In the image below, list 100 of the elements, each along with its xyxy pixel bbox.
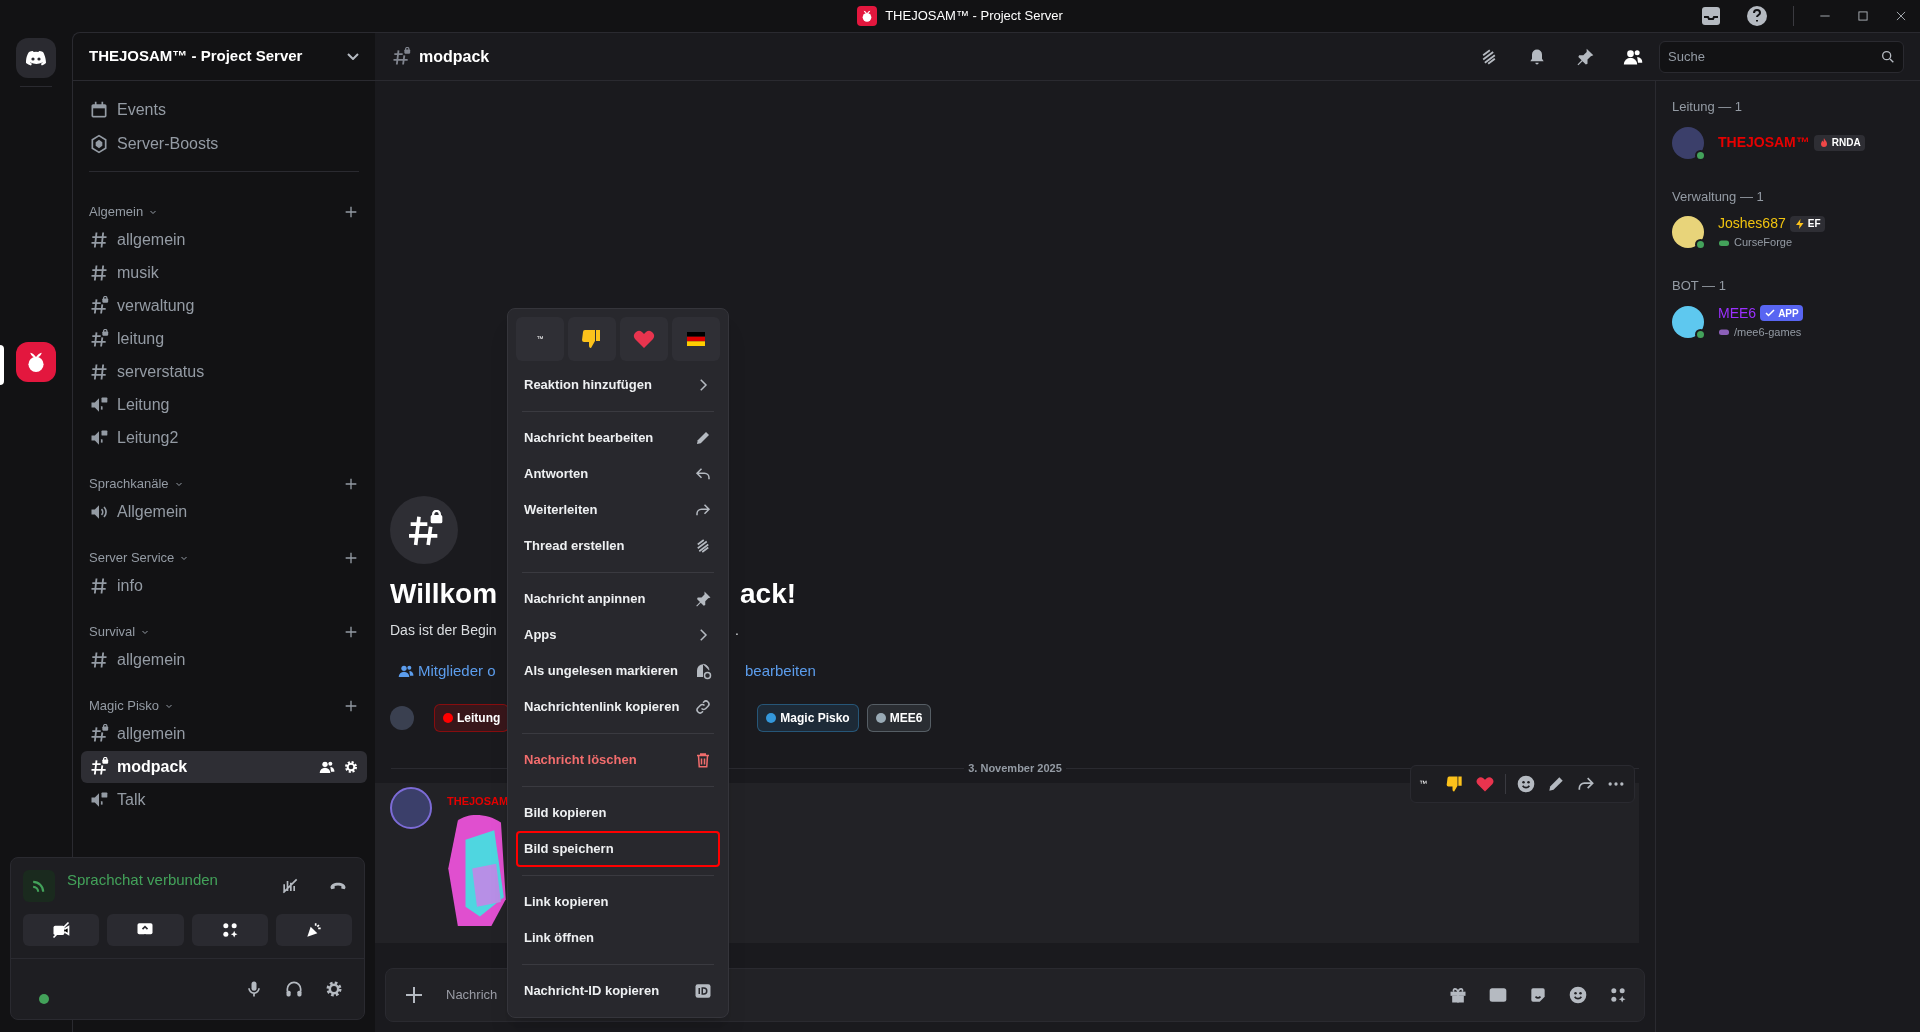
member-item[interactable]: MEE6 APP /mee6-games xyxy=(1672,299,1920,344)
add-channel-icon[interactable] xyxy=(343,204,359,220)
gift-icon[interactable] xyxy=(1448,985,1468,1005)
menu-item[interactable]: Bild kopieren xyxy=(516,795,720,831)
heart-icon[interactable] xyxy=(1475,774,1495,794)
channel-item[interactable]: allgemein xyxy=(81,718,367,750)
activities-button[interactable] xyxy=(191,914,268,946)
server-link[interactable]: Server-Boosts xyxy=(81,127,367,161)
member-item[interactable]: Joshes687 EF CurseForge xyxy=(1672,210,1920,254)
role-tag[interactable]: Leitung xyxy=(434,704,510,732)
maximize-icon[interactable] xyxy=(1856,9,1870,23)
menu-item[interactable]: Nachrichtenlink kopieren xyxy=(516,689,720,725)
avatar xyxy=(390,706,414,730)
channel-item[interactable]: allgemein xyxy=(81,224,367,256)
help-icon[interactable] xyxy=(1745,4,1769,28)
close-icon[interactable] xyxy=(1894,9,1908,23)
menu-item[interactable]: Bild speichern xyxy=(516,831,720,867)
channel-item[interactable]: info xyxy=(81,570,367,602)
channel-item[interactable]: musik xyxy=(81,257,367,289)
menu-item[interactable]: Nachricht löschen xyxy=(516,742,720,778)
menu-item[interactable]: Weiterleiten xyxy=(516,492,720,528)
channel-item[interactable]: allgemein xyxy=(81,644,367,676)
role-tag[interactable]: MEE6 xyxy=(866,704,932,732)
channel-item[interactable]: serverstatus xyxy=(81,356,367,388)
message-input[interactable]: Nachrich xyxy=(446,985,508,1005)
member-tag: EF xyxy=(1789,215,1825,232)
locked-hash-icon xyxy=(89,296,109,316)
menu-item[interactable]: Thread erstellen xyxy=(516,528,720,564)
menu-item[interactable]: Link kopieren xyxy=(516,884,720,920)
menu-item[interactable]: Nachricht anpinnen xyxy=(516,581,720,617)
welcome-subtitle: Das ist der Begin xyxy=(390,620,498,640)
camera-off-button[interactable] xyxy=(23,914,100,946)
soundboard-button[interactable] xyxy=(275,914,352,946)
inbox-icon[interactable] xyxy=(1699,4,1723,28)
menu-item[interactable]: Reaktion hinzufügen xyxy=(516,367,720,403)
camera-off-icon xyxy=(51,920,72,940)
emoji-icon[interactable] xyxy=(1516,774,1536,794)
quick-reaction-button[interactable] xyxy=(672,317,720,361)
channel-item[interactable]: Leitung xyxy=(81,389,367,421)
shield-icon xyxy=(89,134,109,154)
locked-hash-icon xyxy=(391,46,411,67)
menu-item[interactable]: Nachricht-ID kopieren xyxy=(516,973,720,1009)
menu-item[interactable]: Nachricht bearbeiten xyxy=(516,420,720,456)
role-tag[interactable]: Magic Pisko xyxy=(757,704,859,732)
check-icon xyxy=(1764,307,1777,320)
locked-hash-icon xyxy=(89,329,109,349)
menu-item[interactable]: Apps xyxy=(516,617,720,653)
link-label: Server-Boosts xyxy=(117,134,219,154)
emoji-icon[interactable] xyxy=(1568,985,1588,1005)
pencil-icon[interactable] xyxy=(1546,774,1566,794)
channel-item[interactable]: Talk xyxy=(81,784,367,816)
settings-icon[interactable] xyxy=(343,759,359,775)
settings-icon[interactable] xyxy=(324,979,344,999)
member-group-header: BOT — 1 xyxy=(1672,277,1727,295)
welcome-title: ack! xyxy=(740,577,797,611)
quick-reaction-button[interactable] xyxy=(568,317,616,361)
add-channel-icon[interactable] xyxy=(343,476,359,492)
category-header[interactable]: Survival xyxy=(89,622,152,642)
add-channel-icon[interactable] xyxy=(343,624,359,640)
category-header[interactable]: Algemein xyxy=(89,202,160,222)
apps-icon[interactable] xyxy=(1608,985,1628,1005)
screen-share-button[interactable] xyxy=(107,914,184,946)
hash-icon xyxy=(89,576,109,596)
channel-item[interactable]: modpack xyxy=(81,751,367,783)
member-tag: RNDA xyxy=(1813,134,1865,151)
hash-icon xyxy=(89,230,109,250)
server-button[interactable] xyxy=(16,342,56,382)
edit-channel-link[interactable]: bearbeiten xyxy=(745,659,816,683)
channel-item[interactable]: Allgemein xyxy=(81,496,367,528)
hash-icon xyxy=(89,650,109,670)
sticker-icon[interactable] xyxy=(1528,985,1548,1005)
channel-item[interactable]: verwaltung xyxy=(81,290,367,322)
window-title: THEJOSAM™ - Project Server xyxy=(885,7,1063,26)
menu-item[interactable]: Antworten xyxy=(516,456,720,492)
category-header[interactable]: Magic Pisko xyxy=(89,696,176,716)
menu-item[interactable]: Als ungelesen markieren xyxy=(516,653,720,689)
avatar xyxy=(1672,216,1704,248)
category-header[interactable]: Server Service xyxy=(89,548,191,568)
channel-item[interactable]: leitung xyxy=(81,323,367,355)
server-link[interactable]: Events xyxy=(81,93,367,127)
member-item[interactable]: THEJOSAM™ RNDA xyxy=(1672,120,1920,165)
home-button[interactable] xyxy=(16,38,56,78)
add-person-icon[interactable] xyxy=(319,759,335,775)
hash-icon xyxy=(89,263,109,283)
headset-icon[interactable] xyxy=(284,979,304,999)
server-name: THEJOSAM™ - Project Server xyxy=(89,46,303,67)
noise-suppression-icon[interactable] xyxy=(280,876,300,896)
channel-item[interactable]: Leitung2 xyxy=(81,422,367,454)
trash-icon xyxy=(694,751,712,769)
link-label: Events xyxy=(117,100,166,120)
thumbs-down-icon[interactable] xyxy=(1445,774,1465,794)
members-icon xyxy=(398,663,414,679)
channel-title: modpack xyxy=(419,46,491,67)
calendar-icon xyxy=(89,100,109,120)
add-channel-icon[interactable] xyxy=(343,698,359,714)
category-header[interactable]: Sprachkanäle xyxy=(89,474,185,494)
pin-icon[interactable] xyxy=(1575,46,1595,67)
add-channel-icon[interactable] xyxy=(343,550,359,566)
member-activity: CurseForge xyxy=(1734,235,1793,251)
search-field[interactable]: Suche xyxy=(1659,40,1904,73)
